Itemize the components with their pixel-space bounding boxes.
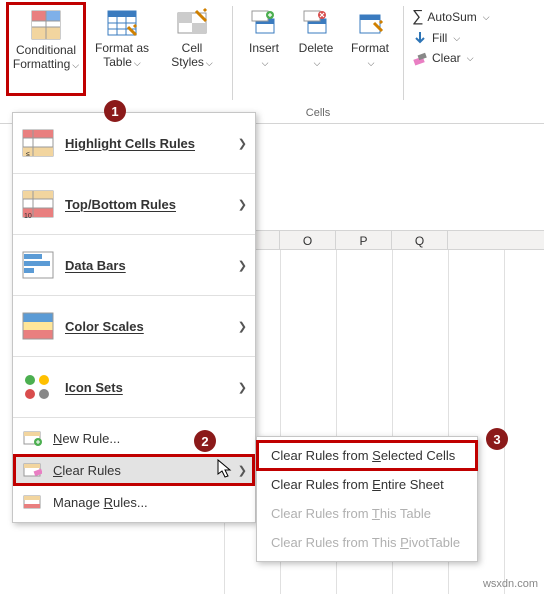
svg-text:10: 10 — [24, 213, 32, 220]
icon-sets-label: Icon Sets — [55, 380, 238, 395]
top-bottom-label: Top/Bottom Rules — [55, 197, 238, 212]
autosum-label: AutoSum — [427, 10, 476, 24]
chevron-right-icon: ❯ — [238, 320, 247, 333]
column-headers: N O P Q — [224, 230, 544, 250]
data-bars-label: Data Bars — [55, 258, 238, 273]
fill-icon — [412, 30, 428, 46]
autosum-button[interactable]: ∑ AutoSum⌵ — [412, 8, 490, 26]
data-bars-icon — [21, 248, 55, 282]
clear-rules-label: Clear Rules — [43, 463, 238, 478]
badge-2: 2 — [194, 430, 216, 452]
cells-group-label: Cells — [233, 107, 403, 119]
color-scales-label: Color Scales — [55, 319, 238, 334]
insert-icon — [248, 7, 280, 39]
new-rule-icon — [21, 427, 43, 449]
highlight-cells-icon: ≤ — [21, 126, 55, 160]
sigma-icon: ∑ — [412, 8, 423, 26]
data-bars-item[interactable]: Data Bars ❯ — [13, 239, 255, 291]
ribbon: Conditional Formatting⌵ Format as Table⌵… — [0, 0, 544, 124]
conditional-formatting-button[interactable]: Conditional Formatting⌵ — [6, 2, 86, 96]
clear-this-table-item: Clear Rules from This Table — [257, 499, 477, 528]
color-scales-item[interactable]: Color Scales ❯ — [13, 300, 255, 352]
new-rule-item[interactable]: New Rule... — [13, 422, 255, 454]
chevron-right-icon: ❯ — [238, 381, 247, 394]
manage-rules-label: Manage Rules... — [43, 495, 247, 510]
cells-group: Insert⌵ Delete⌵ Format⌵ Cells — [233, 2, 403, 123]
chevron-right-icon: ❯ — [238, 137, 247, 150]
eraser-icon — [412, 50, 428, 66]
badge-3: 3 — [486, 428, 508, 450]
conditional-formatting-icon — [30, 9, 62, 41]
cell-styles-button[interactable]: Cell Styles⌵ — [158, 2, 226, 96]
icon-sets-item[interactable]: Icon Sets ❯ — [13, 361, 255, 413]
chevron-right-icon: ❯ — [238, 198, 247, 211]
fill-label: Fill — [432, 31, 447, 45]
highlight-cells-label: Highlight Cells Rules — [55, 136, 238, 151]
conditional-formatting-menu: ≤ Highlight Cells Rules ❯ 10 Top/Bottom … — [12, 112, 256, 523]
cell-styles-icon — [176, 7, 208, 39]
insert-button[interactable]: Insert⌵ — [239, 2, 289, 96]
clear-button[interactable]: Clear⌵ — [412, 50, 490, 66]
top-bottom-icon: 10 — [21, 187, 55, 221]
conditional-formatting-label: Conditional Formatting — [13, 43, 76, 71]
delete-label: Delete — [299, 41, 334, 55]
cell-styles-label: Cell Styles — [171, 41, 204, 69]
clear-entire-sheet-item[interactable]: Clear Rules from Entire Sheet — [257, 470, 477, 499]
manage-rules-item[interactable]: Manage Rules... — [13, 486, 255, 518]
clear-selected-cells-item[interactable]: Clear Rules from Selected Cells — [257, 441, 477, 470]
format-label: Format — [351, 41, 389, 55]
insert-label: Insert — [249, 41, 279, 55]
manage-rules-icon — [21, 491, 43, 513]
delete-button[interactable]: Delete⌵ — [291, 2, 341, 96]
clear-rules-submenu: Clear Rules from Selected Cells Clear Ru… — [256, 436, 478, 562]
clear-this-pivot-item: Clear Rules from This PivotTable — [257, 528, 477, 557]
badge-1: 1 — [104, 100, 126, 122]
format-as-table-button[interactable]: Format as Table⌵ — [88, 2, 156, 96]
new-rule-label: New Rule... — [43, 431, 247, 446]
icon-sets-icon — [21, 370, 55, 404]
format-icon — [354, 7, 386, 39]
col-header[interactable]: Q — [392, 231, 448, 249]
clear-rules-icon — [21, 459, 43, 481]
editing-group: ∑ AutoSum⌵ Fill⌵ Clear⌵ Editin — [404, 2, 494, 66]
svg-text:≤: ≤ — [26, 151, 30, 158]
col-header[interactable]: O — [280, 231, 336, 249]
top-bottom-rules-item[interactable]: 10 Top/Bottom Rules ❯ — [13, 178, 255, 230]
color-scales-icon — [21, 309, 55, 343]
clear-label: Clear — [432, 51, 461, 65]
format-as-table-icon — [106, 7, 138, 39]
highlight-cells-rules-item[interactable]: ≤ Highlight Cells Rules ❯ — [13, 117, 255, 169]
col-header[interactable]: P — [336, 231, 392, 249]
fill-button[interactable]: Fill⌵ — [412, 30, 490, 46]
watermark: wsxdn.com — [483, 578, 538, 590]
delete-icon — [300, 7, 332, 39]
clear-rules-item[interactable]: Clear Rules ❯ — [13, 454, 255, 486]
chevron-right-icon: ❯ — [238, 464, 247, 477]
chevron-right-icon: ❯ — [238, 259, 247, 272]
format-button[interactable]: Format⌵ — [343, 2, 397, 96]
